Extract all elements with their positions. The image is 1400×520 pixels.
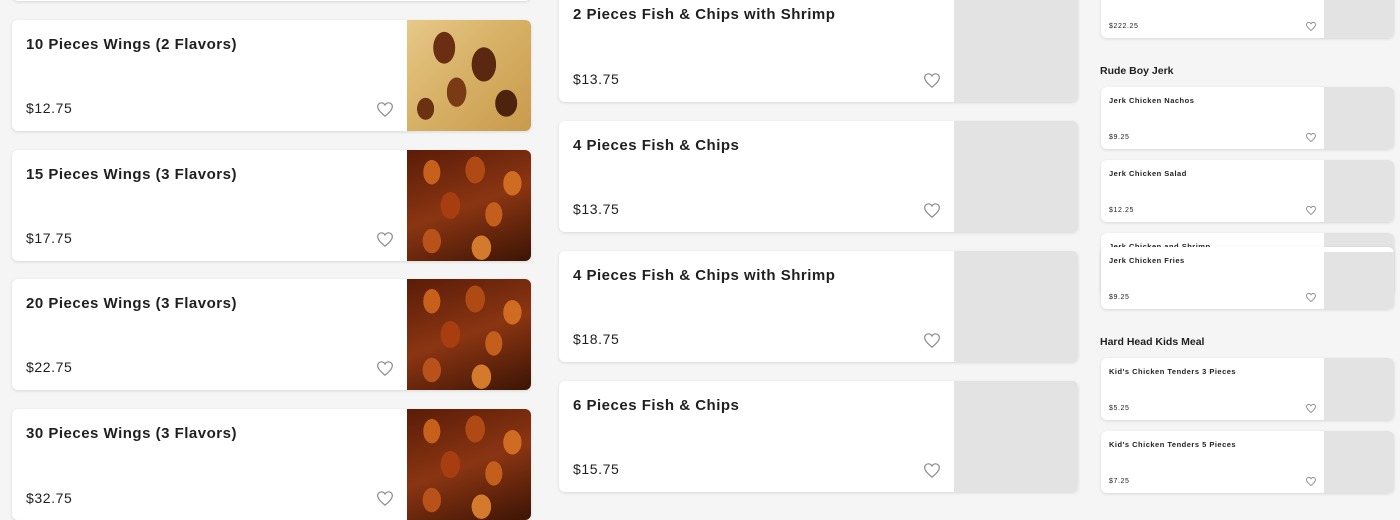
menu-card[interactable]: 6 Pieces Fish & Chips $15.75 bbox=[559, 381, 1078, 492]
item-image-placeholder bbox=[1324, 160, 1394, 222]
item-name: 2 Pieces Fish & Chips with Shrimp bbox=[573, 6, 836, 23]
item-image bbox=[407, 20, 531, 131]
item-price: $5.25 bbox=[1109, 405, 1130, 412]
menu-card[interactable]: $222.25 bbox=[1101, 0, 1394, 38]
menu-card[interactable]: 4 Pieces Fish & Chips with Shrimp $18.75 bbox=[559, 251, 1078, 362]
item-price: $32.75 bbox=[26, 490, 73, 506]
section-title: Hard Head Kids Meal bbox=[1100, 336, 1205, 348]
heart-icon[interactable] bbox=[924, 463, 940, 478]
item-name: 10 Pieces Wings (2 Flavors) bbox=[26, 36, 237, 53]
item-name: Kid's Chicken Tenders 3 Pieces bbox=[1109, 367, 1237, 376]
heart-icon[interactable] bbox=[1306, 404, 1316, 413]
menu-card[interactable]: 30 Pieces Wings (3 Flavors) $32.75 bbox=[12, 409, 531, 520]
menu-card[interactable]: Jerk Chicken Fries $9.25 bbox=[1101, 247, 1394, 309]
heart-icon[interactable] bbox=[377, 102, 393, 117]
heart-icon[interactable] bbox=[924, 333, 940, 348]
menu-card[interactable]: 20 Pieces Wings (3 Flavors) $22.75 bbox=[12, 279, 531, 390]
menu-card[interactable]: 10 Pieces Wings (2 Flavors) $12.75 bbox=[12, 20, 531, 131]
heart-icon[interactable] bbox=[924, 73, 940, 88]
heart-icon[interactable] bbox=[1306, 133, 1316, 142]
item-image bbox=[407, 409, 531, 520]
item-image-placeholder bbox=[1324, 87, 1394, 149]
item-image-placeholder bbox=[1324, 0, 1394, 38]
menu-card[interactable]: 2 Pieces Fish & Chips with Shrimp $13.75 bbox=[559, 0, 1078, 102]
item-image-placeholder bbox=[1324, 252, 1394, 309]
item-name: 30 Pieces Wings (3 Flavors) bbox=[26, 425, 237, 442]
heart-icon[interactable] bbox=[1306, 477, 1316, 486]
item-price: $9.25 bbox=[1109, 294, 1130, 301]
item-name: 4 Pieces Fish & Chips with Shrimp bbox=[573, 267, 836, 284]
item-price: $13.75 bbox=[573, 201, 620, 217]
menu-card-top-partial[interactable] bbox=[12, 0, 531, 1]
item-image-placeholder bbox=[954, 251, 1078, 362]
item-name: 20 Pieces Wings (3 Flavors) bbox=[26, 295, 237, 312]
item-name: Jerk Chicken Nachos bbox=[1109, 96, 1195, 105]
item-image-placeholder bbox=[1324, 358, 1394, 420]
item-name: 4 Pieces Fish & Chips bbox=[573, 137, 740, 154]
item-price: $12.75 bbox=[26, 100, 73, 116]
menu-card[interactable]: Kid's Chicken Tenders 3 Pieces $5.25 bbox=[1101, 358, 1394, 420]
menu-card[interactable]: Kid's Chicken Tenders 5 Pieces $7.25 bbox=[1101, 431, 1394, 493]
item-price: $222.25 bbox=[1109, 23, 1139, 30]
item-price: $7.25 bbox=[1109, 478, 1130, 485]
heart-icon[interactable] bbox=[377, 232, 393, 247]
item-name: Jerk Chicken Salad bbox=[1109, 169, 1187, 178]
heart-icon[interactable] bbox=[1306, 293, 1316, 302]
item-image-placeholder bbox=[954, 381, 1078, 492]
item-name: Kid's Chicken Tenders 5 Pieces bbox=[1109, 440, 1237, 449]
menu-card[interactable]: Jerk Chicken Salad $12.25 bbox=[1101, 160, 1394, 222]
item-price: $15.75 bbox=[573, 461, 620, 477]
heart-icon[interactable] bbox=[1306, 22, 1316, 31]
heart-icon[interactable] bbox=[1306, 206, 1316, 215]
item-price: $12.25 bbox=[1109, 207, 1135, 214]
heart-icon[interactable] bbox=[377, 361, 393, 376]
item-price: $17.75 bbox=[26, 230, 73, 246]
item-price: $22.75 bbox=[26, 359, 73, 375]
menu-card[interactable]: 4 Pieces Fish & Chips $13.75 bbox=[559, 121, 1078, 232]
item-image-placeholder bbox=[1324, 431, 1394, 493]
item-price: $9.25 bbox=[1109, 134, 1130, 141]
item-price: $18.75 bbox=[573, 331, 620, 347]
menu-card[interactable]: Jerk Chicken Nachos $9.25 bbox=[1101, 87, 1394, 149]
item-name: 15 Pieces Wings (3 Flavors) bbox=[26, 166, 237, 183]
item-image-placeholder bbox=[954, 121, 1078, 232]
item-image-placeholder bbox=[954, 0, 1078, 102]
item-image bbox=[407, 279, 531, 390]
item-price: $13.75 bbox=[573, 71, 620, 87]
heart-icon[interactable] bbox=[377, 491, 393, 506]
item-name: 6 Pieces Fish & Chips bbox=[573, 397, 740, 414]
heart-icon[interactable] bbox=[924, 203, 940, 218]
section-title: Rude Boy Jerk bbox=[1100, 65, 1174, 77]
item-image bbox=[407, 150, 531, 261]
menu-card[interactable]: 15 Pieces Wings (3 Flavors) $17.75 bbox=[12, 150, 531, 261]
item-name: Jerk Chicken Fries bbox=[1109, 256, 1185, 265]
